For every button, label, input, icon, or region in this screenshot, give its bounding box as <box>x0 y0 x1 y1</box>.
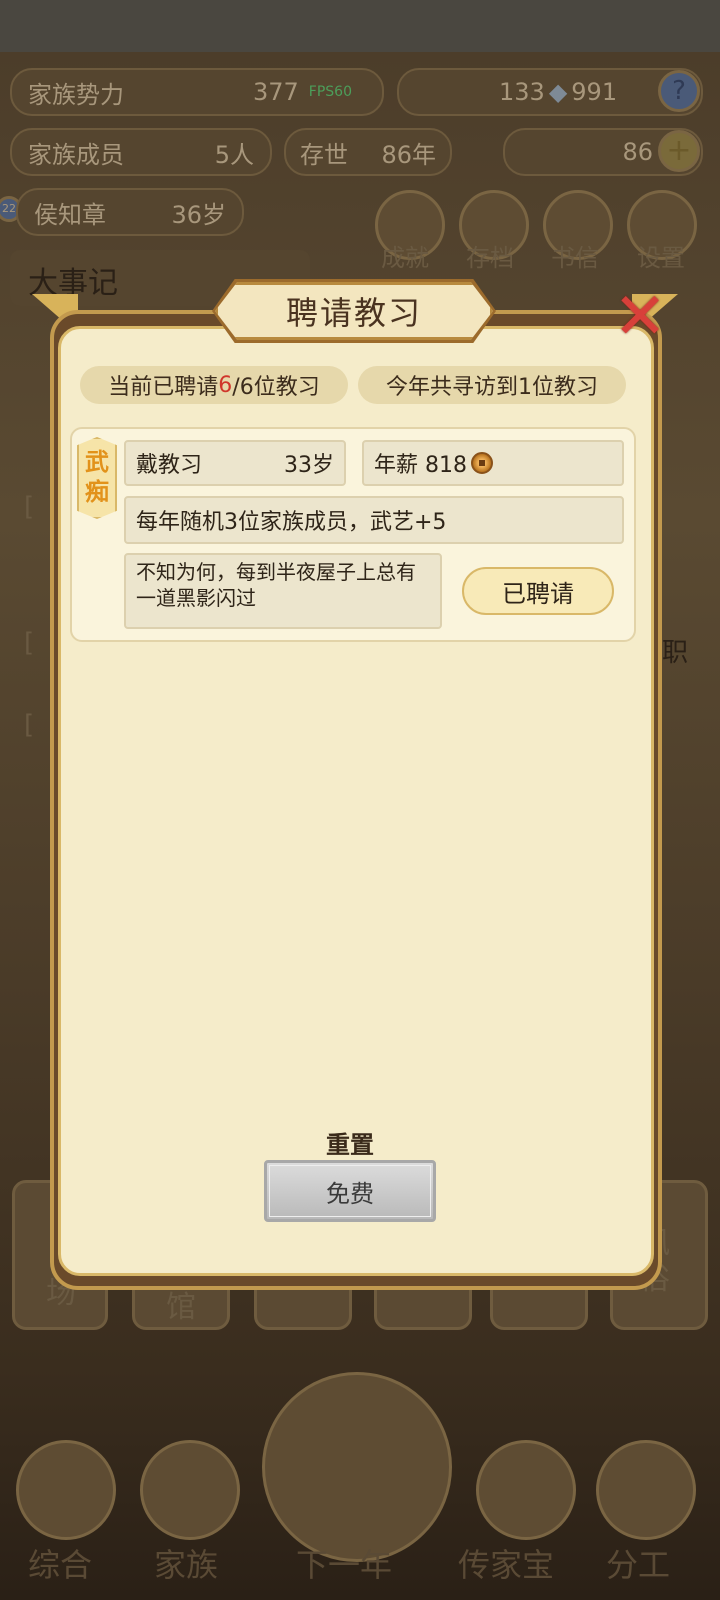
tutor-age: 33岁 <box>284 453 334 478</box>
heirloom-icon[interactable] <box>476 1440 576 1540</box>
nav-overview[interactable]: 综合 <box>28 1540 92 1586</box>
event-row-fragment: [ <box>24 628 35 658</box>
resource-count: 133 <box>499 78 545 106</box>
hired-count-pill: 当前已聘请 6/6位教习 <box>80 366 348 404</box>
next-year-icon[interactable] <box>262 1372 452 1562</box>
hired-status-button[interactable]: 已聘请 <box>462 567 614 615</box>
event-row-fragment: [ <box>24 492 35 522</box>
tutor-trait-tag: 武痴 <box>77 437 117 519</box>
division-icon[interactable] <box>596 1440 696 1540</box>
family-icon[interactable] <box>140 1440 240 1540</box>
event-row-fragment: 职 <box>662 638 689 668</box>
nav-family[interactable]: 家族 <box>154 1540 218 1586</box>
members-bar: 家族成员 5人 <box>10 128 272 176</box>
visited-count-pill: 今年共寻访到1位教习 <box>358 366 626 404</box>
coin-icon <box>471 452 493 474</box>
tutor-description-field: 不知为何，每到半夜屋子上总有一道黑影闪过 <box>124 553 442 629</box>
tutor-effect-field: 每年随机3位家族成员，武艺+5 <box>124 496 624 544</box>
head-name: 侯知章 <box>34 200 106 229</box>
status-bar-area <box>0 0 720 52</box>
nav-heirloom[interactable]: 传家宝 <box>458 1540 554 1586</box>
members-label: 家族成员 <box>28 140 124 169</box>
hired-count: 6 <box>218 372 233 398</box>
family-power-value: 377 <box>252 78 299 106</box>
family-power-bar: 家族势力 377 FPS60 <box>10 68 384 116</box>
letters-label: 书信 <box>551 244 599 272</box>
tutor-description: 不知为何，每到半夜屋子上总有一道黑影闪过 <box>136 560 416 610</box>
nav-next-year[interactable]: 下一年 <box>296 1540 392 1586</box>
close-icon[interactable]: ✕ <box>600 282 680 352</box>
tutor-name: 戴教习 <box>136 453 203 478</box>
head-age: 36岁 <box>171 200 226 229</box>
alive-years-bar: 存世 86年 <box>284 128 452 176</box>
silver-icon: ◆ <box>548 78 568 106</box>
fps-counter: FPS60 <box>308 84 352 100</box>
overview-icon[interactable] <box>16 1440 116 1540</box>
help-icon[interactable]: ? <box>658 70 700 112</box>
alive-value: 86年 <box>381 140 436 169</box>
dialog-title: 聘请教习 <box>215 282 493 340</box>
gold-value: 86 <box>622 138 653 166</box>
event-row-fragment: [ <box>24 710 35 740</box>
save-label: 存档 <box>466 244 514 272</box>
settings-label: 设置 <box>637 244 685 272</box>
tutor-trait-text: 武痴 <box>85 448 109 506</box>
tutor-salary-field: 年薪 818 <box>362 440 624 486</box>
hired-suffix: /6位教习 <box>232 375 320 400</box>
free-reset-button[interactable]: 免费 <box>264 1160 436 1222</box>
tutor-effect: 每年随机3位家族成员，武艺+5 <box>136 510 447 535</box>
members-value: 5人 <box>214 140 254 169</box>
achievements-label: 成就 <box>381 244 429 272</box>
alive-label: 存世 <box>300 140 348 169</box>
family-power-label: 家族势力 <box>28 80 124 109</box>
family-head-bar[interactable]: 侯知章 36岁 <box>16 188 244 236</box>
tutor-name-field: 戴教习 33岁 <box>124 440 346 486</box>
coin-count: 991 <box>571 78 618 106</box>
tutor-salary: 年薪 818 <box>374 453 467 478</box>
hired-prefix: 当前已聘请 <box>108 375 219 400</box>
reset-label: 重置 <box>326 1131 374 1159</box>
nav-division[interactable]: 分工 <box>606 1540 670 1586</box>
add-gold-icon[interactable]: + <box>658 130 700 172</box>
